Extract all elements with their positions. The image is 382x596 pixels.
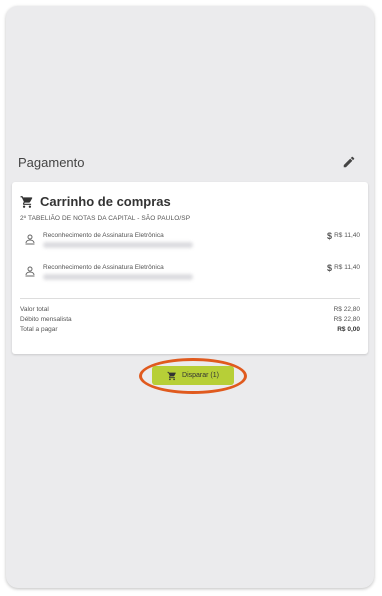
cart-title: Carrinho de compras <box>40 194 171 209</box>
item-price: R$ 11,40 <box>334 232 360 239</box>
cart-item: Reconhecimento de Assinatura Eletrônica … <box>20 263 360 285</box>
total-label: Valor total <box>20 306 49 313</box>
item-price: R$ 11,40 <box>334 264 360 271</box>
item-description: Reconhecimento de Assinatura Eletrônica <box>43 232 164 239</box>
payment-header: Pagamento <box>12 144 368 180</box>
total-row: Valor total R$ 22,80 <box>20 306 360 316</box>
edit-icon[interactable] <box>342 155 356 169</box>
redacted-signer <box>43 242 193 248</box>
highlight-ring <box>139 358 247 394</box>
monthly-debit-label: Débito mensalista <box>20 316 72 323</box>
amount-due-label: Total a pagar <box>20 326 58 333</box>
divider <box>20 298 360 299</box>
amount-due-value: R$ 0,00 <box>337 326 360 333</box>
money-icon: $ <box>326 263 332 273</box>
person-icon <box>25 266 35 277</box>
item-description: Reconhecimento de Assinatura Eletrônica <box>43 264 164 271</box>
total-value: R$ 22,80 <box>333 306 360 313</box>
notary-office: 2º TABELIÃO DE NOTAS DA CAPITAL - SÃO PA… <box>20 215 191 222</box>
monthly-debit-value: R$ 22,80 <box>333 316 360 323</box>
cart-icon <box>20 195 33 208</box>
person-icon <box>25 234 35 245</box>
money-icon: $ <box>326 231 332 241</box>
payment-panel: Pagamento Carrinho de compras 2º TABELIÃ… <box>6 6 374 588</box>
redacted-signer <box>43 274 193 280</box>
monthly-debit-row: Débito mensalista R$ 22,80 <box>20 316 360 326</box>
cart-title-row: Carrinho de compras <box>20 194 171 209</box>
shopping-cart-card: Carrinho de compras 2º TABELIÃO DE NOTAS… <box>12 182 368 354</box>
cart-item: Reconhecimento de Assinatura Eletrônica … <box>20 231 360 253</box>
payment-title: Pagamento <box>18 154 85 170</box>
amount-due-row: Total a pagar R$ 0,00 <box>20 326 360 336</box>
